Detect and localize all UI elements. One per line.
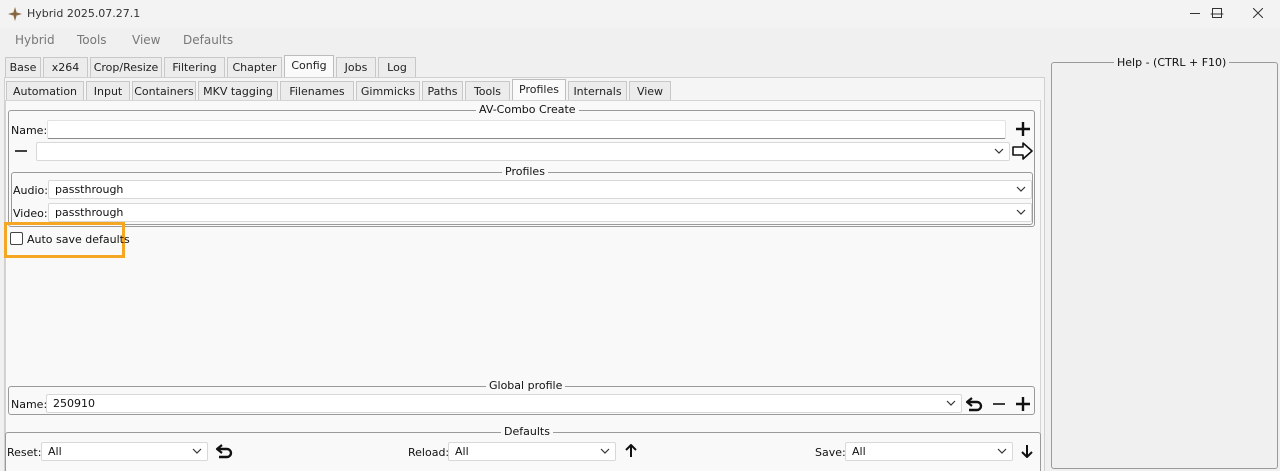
hybrid-app-icon [8, 7, 22, 21]
sub-tab-bar: Automation Input Containers MKV tagging … [5, 79, 1045, 102]
help-title: Help - (CTRL + F10) [1114, 57, 1230, 69]
reset-label: Reset: [7, 446, 42, 459]
menu-tools[interactable]: Tools [77, 33, 107, 47]
video-label: Video: [13, 207, 48, 220]
tab-jobs[interactable]: Jobs [336, 57, 376, 78]
reset-select[interactable]: All [41, 442, 208, 461]
remove-icon[interactable] [14, 145, 28, 157]
help-panel [1051, 62, 1278, 469]
maximize-icon [1212, 8, 1222, 18]
arrow-right-icon[interactable] [1012, 142, 1034, 160]
tab-internals[interactable]: Internals [568, 81, 627, 102]
add-icon[interactable] [1015, 396, 1031, 412]
av-combo-title: AV-Combo Create [476, 104, 579, 116]
av-combo-select[interactable] [36, 142, 1010, 161]
av-combo-name-input[interactable] [47, 120, 1006, 139]
profiles-title: Profiles [502, 166, 548, 178]
global-profile-name-label: Name: [11, 398, 48, 411]
arrow-up-icon[interactable] [625, 444, 637, 458]
chevron-down-icon [997, 448, 1007, 454]
tab-x264[interactable]: x264 [43, 57, 88, 78]
chevron-down-icon [600, 448, 610, 454]
tab-containers[interactable]: Containers [132, 81, 196, 102]
undo-icon[interactable] [215, 443, 233, 459]
main-tab-bar: Base x264 Crop/Resize Filtering Chapter … [5, 55, 1045, 78]
global-profile-select[interactable]: 250910 [46, 394, 962, 413]
save-label: Save: [815, 446, 846, 459]
tab-filtering[interactable]: Filtering [164, 57, 225, 78]
audio-profile-select[interactable]: passthrough [48, 180, 1032, 199]
tab-base[interactable]: Base [5, 57, 41, 78]
tab-paths[interactable]: Paths [422, 81, 463, 102]
window-title: Hybrid 2025.07.27.1 [27, 7, 141, 20]
audio-label: Audio: [13, 184, 48, 197]
chevron-down-icon [994, 148, 1004, 154]
close-button[interactable] [1236, 0, 1280, 28]
maximize-button[interactable] [1194, 0, 1240, 28]
av-combo-name-label: Name: [11, 124, 48, 137]
tab-mkv-tagging[interactable]: MKV tagging [198, 81, 278, 102]
tab-config[interactable]: Config [284, 55, 334, 78]
title-bar: Hybrid 2025.07.27.1 — [0, 0, 1280, 28]
menu-hybrid[interactable]: Hybrid [15, 33, 55, 47]
tab-log[interactable]: Log [378, 57, 416, 78]
save-select[interactable]: All [845, 442, 1013, 461]
remove-icon[interactable] [992, 398, 1006, 410]
chevron-down-icon [946, 400, 956, 406]
reload-select[interactable]: All [448, 442, 616, 461]
tab-automation[interactable]: Automation [6, 81, 84, 102]
undo-icon[interactable] [965, 396, 983, 412]
tab-crop-resize[interactable]: Crop/Resize [90, 57, 162, 78]
tab-profiles[interactable]: Profiles [512, 79, 566, 102]
reload-label: Reload: [408, 446, 450, 459]
video-profile-select[interactable]: passthrough [48, 203, 1032, 222]
close-icon [1253, 8, 1263, 18]
menu-view[interactable]: View [132, 33, 160, 47]
tab-chapter[interactable]: Chapter [227, 57, 282, 78]
tab-filenames[interactable]: Filenames [280, 81, 354, 102]
tab-tools[interactable]: Tools [465, 81, 510, 102]
tab-view[interactable]: View [629, 81, 671, 102]
defaults-title: Defaults [501, 426, 553, 438]
chevron-down-icon [192, 448, 202, 454]
tab-input[interactable]: Input [86, 81, 130, 102]
auto-save-checkbox[interactable] [10, 232, 23, 245]
menu-defaults[interactable]: Defaults [183, 33, 233, 47]
chevron-down-icon [1016, 209, 1026, 215]
arrow-down-icon[interactable] [1021, 444, 1033, 458]
add-icon[interactable] [1015, 121, 1031, 137]
chevron-down-icon [1016, 186, 1026, 192]
auto-save-label: Auto save defaults [27, 233, 130, 246]
tab-gimmicks[interactable]: Gimmicks [356, 81, 420, 102]
global-profile-title: Global profile [486, 380, 566, 392]
